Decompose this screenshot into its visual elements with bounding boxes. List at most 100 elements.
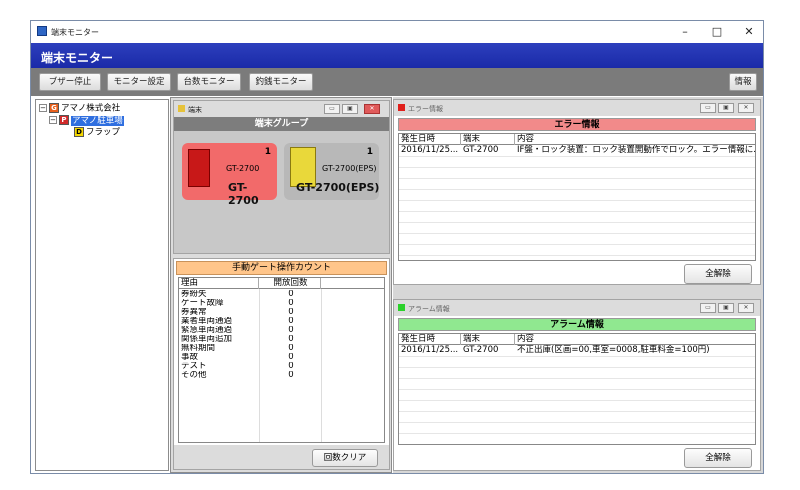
terminal-tile-gt2700-eps[interactable]: 1 GT-2700(EPS) GT-2700(EPS) bbox=[284, 143, 379, 200]
facility-tree: − G アマノ株式会社 − P アマノ駐車場 D フラップ bbox=[35, 99, 169, 471]
table-row[interactable]: 券紛失 0 bbox=[179, 290, 384, 299]
alarm-clear-all-button[interactable]: 全解除 bbox=[684, 448, 752, 468]
minimize-button[interactable]: – bbox=[671, 24, 699, 40]
app-header: 端末モニター bbox=[31, 43, 763, 68]
column-header-date: 発生日時 bbox=[399, 334, 461, 345]
tree-item-flap[interactable]: D フラップ bbox=[74, 127, 120, 138]
pane-restore-button[interactable]: ▣ bbox=[718, 103, 734, 113]
table-row[interactable]: 券異常 0 bbox=[179, 308, 384, 317]
alarm-title: アラーム情報 bbox=[398, 318, 756, 331]
pane-close-button[interactable]: ✕ bbox=[738, 103, 754, 113]
table-row[interactable]: 関係車両追加 0 bbox=[179, 335, 384, 344]
column-header-reason: 理由 bbox=[179, 278, 259, 289]
event-column: エラー情報 ▭ ▣ ✕ エラー情報 発生日時 端末 内容 2016/11/25.… bbox=[393, 97, 763, 473]
pane-minimize-button[interactable]: ▭ bbox=[324, 104, 340, 114]
main-window: 端末モニター – □ ✕ 端末モニター ブザー停止 モニター設定 台数モニター … bbox=[30, 20, 764, 474]
terminal-column: 端末 ▭ ▣ ✕ 端末グループ 1 GT-2700 GT-2700 1 GT-2… bbox=[170, 97, 392, 473]
table-row[interactable]: 緊急車両通過 0 bbox=[179, 326, 384, 335]
reason-cell: ゲート故障 bbox=[181, 299, 224, 308]
pane-minimize-button[interactable]: ▭ bbox=[700, 103, 716, 113]
error-icon bbox=[398, 104, 405, 111]
alarm-icon bbox=[398, 304, 405, 311]
error-pane: エラー情報 ▭ ▣ ✕ エラー情報 発生日時 端末 内容 2016/11/25.… bbox=[393, 99, 761, 285]
alarm-table: 発生日時 端末 内容 2016/11/25... GT-2700 不正出庫(区画… bbox=[398, 333, 756, 445]
table-row[interactable]: 事故 0 bbox=[179, 353, 384, 362]
gate-count-title: 手動ゲート操作カウント bbox=[176, 261, 387, 275]
error-content: IF盤・ロック装置：ロック装置開動作でロック。エラー情報に... bbox=[517, 145, 756, 155]
count-cell: 0 bbox=[288, 344, 294, 353]
gate-count-pane: 手動ゲート操作カウント 理由 開放回数 券紛失 0 ゲート故障 0 券異常 0 業者車両通過… bbox=[173, 258, 390, 470]
window-title: 端末モニター bbox=[51, 28, 99, 37]
terminal-count: 1 bbox=[264, 147, 271, 157]
table-row[interactable]: 2016/11/25... GT-2700 不正出庫(区画=00,車室=0008… bbox=[399, 345, 755, 356]
company-icon: G bbox=[49, 103, 59, 113]
column-header-terminal: 端末 bbox=[461, 334, 515, 345]
count-cell: 0 bbox=[288, 290, 294, 299]
pane-close-button[interactable]: ✕ bbox=[364, 104, 380, 114]
pane-close-button[interactable]: ✕ bbox=[738, 303, 754, 313]
reason-cell: 券紛失 bbox=[181, 290, 207, 299]
table-row[interactable]: 無料期間 0 bbox=[179, 344, 384, 353]
column-header-date: 発生日時 bbox=[399, 134, 461, 145]
terminal-small-label: GT-2700(EPS) bbox=[322, 164, 377, 173]
count-cell: 0 bbox=[288, 299, 294, 308]
terminal-pane-header: 端末 ▭ ▣ ✕ bbox=[174, 101, 389, 117]
error-pane-header: エラー情報 ▭ ▣ ✕ bbox=[394, 100, 760, 116]
column-header-content: 内容 bbox=[517, 334, 535, 344]
collapse-icon[interactable]: − bbox=[39, 104, 47, 112]
table-row[interactable]: 2016/11/25... GT-2700 IF盤・ロック装置：ロック装置開動作… bbox=[399, 145, 755, 156]
table-row[interactable]: その他 0 bbox=[179, 371, 384, 380]
flap-icon: D bbox=[74, 127, 84, 137]
count-monitor-button[interactable]: 台数モニター bbox=[177, 73, 241, 91]
change-monitor-button[interactable]: 釣銭モニター bbox=[249, 73, 313, 91]
monitor-settings-button[interactable]: モニター設定 bbox=[107, 73, 171, 91]
terminal-tile-gt2700[interactable]: 1 GT-2700 GT-2700 bbox=[182, 143, 277, 207]
error-clear-all-button[interactable]: 全解除 bbox=[684, 264, 752, 284]
terminal-count: 1 bbox=[366, 147, 373, 157]
reason-cell: 事故 bbox=[181, 353, 199, 362]
parking-icon: P bbox=[59, 115, 69, 125]
count-cell: 0 bbox=[288, 335, 294, 344]
alarm-pane-header-label: アラーム情報 bbox=[408, 305, 450, 313]
reason-cell: 無料期間 bbox=[181, 344, 216, 353]
tree-item-company[interactable]: − G アマノ株式会社 bbox=[39, 103, 120, 114]
title-bar: 端末モニター – □ ✕ bbox=[31, 21, 763, 43]
count-clear-button[interactable]: 回数クリア bbox=[312, 449, 378, 467]
count-cell: 0 bbox=[288, 371, 294, 380]
pane-restore-button[interactable]: ▣ bbox=[342, 104, 358, 114]
collapse-icon[interactable]: − bbox=[49, 116, 57, 124]
terminal-pane: 端末 ▭ ▣ ✕ 端末グループ 1 GT-2700 GT-2700 1 GT-2… bbox=[173, 100, 390, 254]
table-row[interactable]: テスト 0 bbox=[179, 362, 384, 371]
terminal-pane-header-label: 端末 bbox=[188, 106, 202, 114]
alarm-date: 2016/11/25... bbox=[401, 345, 459, 355]
terminal-name: GT-2700 bbox=[228, 181, 259, 207]
buzzer-stop-button[interactable]: ブザー停止 bbox=[39, 73, 101, 91]
close-button[interactable]: ✕ bbox=[735, 24, 763, 40]
tree-item-parking[interactable]: − P アマノ駐車場 bbox=[49, 115, 124, 126]
tree-label-company: アマノ株式会社 bbox=[61, 103, 121, 114]
alarm-pane-header: アラーム情報 ▭ ▣ ✕ bbox=[394, 300, 760, 316]
table-header: 理由 開放回数 bbox=[179, 278, 384, 289]
alarm-pane: アラーム情報 ▭ ▣ ✕ アラーム情報 発生日時 端末 内容 2016/11/2… bbox=[393, 299, 761, 471]
app-header-title: 端末モニター bbox=[41, 51, 114, 65]
terminal-small-label: GT-2700 bbox=[226, 164, 260, 173]
count-cell: 0 bbox=[288, 308, 294, 317]
alarm-content: 不正出庫(区画=00,車室=0008,駐車料金=100円) bbox=[517, 345, 710, 355]
maximize-button[interactable]: □ bbox=[703, 24, 731, 40]
toolbar: ブザー停止 モニター設定 台数モニター 釣銭モニター 情報 bbox=[31, 68, 763, 96]
count-cell: 0 bbox=[288, 317, 294, 326]
tree-label-parking: アマノ駐車場 bbox=[71, 115, 124, 126]
table-row[interactable]: 業者車両通過 0 bbox=[179, 317, 384, 326]
count-cell: 0 bbox=[288, 362, 294, 371]
terminal-pane-icon bbox=[178, 105, 185, 112]
count-cell: 0 bbox=[288, 353, 294, 362]
terminal-machine-icon bbox=[188, 149, 210, 187]
app-icon bbox=[37, 26, 47, 36]
pane-minimize-button[interactable]: ▭ bbox=[700, 303, 716, 313]
info-button[interactable]: 情報 bbox=[729, 73, 757, 91]
table-row[interactable]: ゲート故障 0 bbox=[179, 299, 384, 308]
pane-restore-button[interactable]: ▣ bbox=[718, 303, 734, 313]
error-terminal: GT-2700 bbox=[463, 145, 499, 155]
terminal-group-title: 端末グループ bbox=[174, 117, 389, 131]
column-header-content: 内容 bbox=[517, 134, 535, 144]
